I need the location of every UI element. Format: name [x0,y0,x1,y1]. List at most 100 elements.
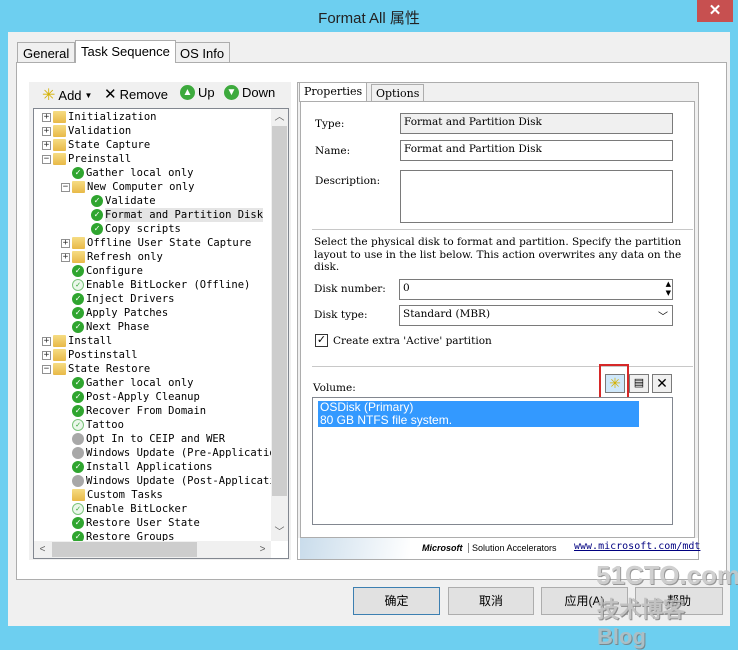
expand-icon[interactable]: + [42,350,51,360]
tree-item-label: State Capture [68,139,151,151]
check-icon: ✓ [72,293,84,305]
remove-button[interactable]: ✕ Remove [104,85,168,103]
tree-item-label: Restore User State [86,517,200,529]
expand-icon[interactable]: + [42,126,51,136]
tree-item[interactable]: + State Capture [42,138,150,152]
tree-item-label: Windows Update (Pre-Application Installa… [86,447,288,459]
scroll-thumb[interactable] [272,126,287,496]
tree-item-label: Apply Patches [86,307,169,319]
add-button[interactable]: ✳ Add ▼ [42,85,92,105]
watermark-sub: 技术博客 Blog [597,597,686,649]
remove-icon: ✕ [104,86,117,103]
tree-item[interactable]: ✓ Install Applications [72,460,212,474]
tree-item[interactable]: ✓ Format and Partition Disk [91,208,264,222]
tree-item[interactable]: + Postinstall [42,348,138,362]
check-icon: ✓ [72,391,84,403]
watermark: 51CTO.com [596,560,738,590]
collapse-icon[interactable]: − [42,154,51,164]
volume-label: Volume: [313,382,356,394]
scroll-right-icon[interactable]: > [254,541,271,558]
tree-item[interactable]: Opt In to CEIP and WER [72,432,225,446]
tree-item[interactable]: ✓ Enable BitLocker [72,502,187,516]
tree-item[interactable]: ✓ Tattoo [72,418,124,432]
expand-icon[interactable]: + [42,336,51,346]
dropdown-icon: ▼ [84,90,93,100]
active-partition-checkbox[interactable]: ✓ [315,334,328,347]
description-input[interactable] [400,170,673,223]
folder-icon [72,237,85,249]
scroll-left-icon[interactable]: < [34,541,51,558]
scroll-down-icon[interactable]: ﹀ [271,524,288,541]
tree-item-label: Install [68,335,113,347]
tree-item[interactable]: ✓ Restore User State [72,516,200,530]
tree-item[interactable]: + Offline User State Capture [61,236,251,250]
down-button[interactable]: ▼ Down [224,85,275,100]
tree-item[interactable]: + Initialization [42,110,157,124]
tree-item-label: Offline User State Capture [87,237,252,249]
spinner-arrows-icon[interactable]: ▲ ▼ [666,280,671,298]
tree-item[interactable]: ✓ Copy scripts [91,222,181,236]
window-title: Format All 属性 [318,10,420,27]
up-button[interactable]: ▲ Up [180,85,215,100]
tree-item[interactable]: + Install [42,334,112,348]
tree-item[interactable]: ✓ Inject Drivers [72,292,175,306]
check-icon: ✓ [72,307,84,319]
properties-icon[interactable]: ▤ [629,374,649,393]
disk-type-select[interactable]: Standard (MBR) ﹀ [399,305,673,326]
mdt-link[interactable]: www.microsoft.com/mdt [574,541,700,552]
tree-item[interactable]: + Refresh only [61,250,163,264]
tree-item-label: Preinstall [68,153,132,165]
down-arrow-icon: ▼ [224,85,239,100]
tab-general[interactable]: General [17,42,76,63]
name-label: Name: [315,145,351,157]
tree-item[interactable]: ✓ Gather local only [72,166,193,180]
check-icon: ✓ [72,461,84,473]
tree-horizontal-scrollbar[interactable]: < > [34,541,271,558]
tree-item-label: Recover From Domain [86,405,207,417]
tree-item[interactable]: + Validation [42,124,131,138]
task-sequence-tree[interactable]: + Initialization + Validation + State Capture… [33,108,289,559]
expand-icon[interactable]: + [42,140,51,150]
tree-item[interactable]: ✓ Enable BitLocker (Offline) [72,278,250,292]
tab-options[interactable]: Options [371,84,425,101]
tree-item[interactable]: Windows Update (Post-Application Install… [72,474,288,488]
tab-task-sequence-active[interactable]: Task Sequence [75,40,176,63]
tree-item[interactable]: ✓ Configure [72,264,143,278]
tree-item[interactable]: − State Restore [42,362,150,376]
disk-number-stepper[interactable]: 0 ▲ ▼ [399,279,673,300]
close-icon[interactable]: ✕ [697,0,733,22]
scroll-thumb-horizontal[interactable] [52,542,197,557]
tab-properties[interactable]: Properties [299,82,368,102]
cancel-button[interactable]: 取消 [448,587,534,615]
tree-item[interactable]: − New Computer only [61,180,194,194]
expand-icon[interactable]: + [61,238,70,248]
tree-item-label: Configure [86,265,143,277]
divider [312,229,693,230]
name-input[interactable]: Format and Partition Disk [400,140,673,161]
expand-icon[interactable]: + [42,112,51,122]
collapse-icon[interactable]: − [61,182,70,192]
tree-item[interactable]: ✓ Recover From Domain [72,404,206,418]
folder-icon [53,335,66,347]
expand-icon[interactable]: + [61,252,70,262]
folder-icon [53,111,66,123]
tree-item-label: Validate [105,195,156,207]
tree-item[interactable]: ✓ Apply Patches [72,306,168,320]
tree-item-label: Enable BitLocker (Offline) [86,279,251,291]
scroll-up-icon[interactable]: ︿ [271,109,288,126]
tree-item[interactable]: ✓ Gather local only [72,376,193,390]
ok-button[interactable]: 确定 [353,587,440,615]
check-icon: ✓ [72,265,84,277]
tab-os-info[interactable]: OS Info [174,42,231,63]
tree-item[interactable]: ✓ Validate [91,194,156,208]
volume-item[interactable]: OSDisk (Primary) 80 GB NTFS file system. [318,401,639,427]
tree-item[interactable]: Windows Update (Pre-Application Installa… [72,446,288,460]
tree-item[interactable]: − Preinstall [42,152,131,166]
tree-vertical-scrollbar[interactable]: ︿ ﹀ [271,109,288,541]
tree-item[interactable]: Custom Tasks [72,488,163,502]
tree-item[interactable]: ✓ Next Phase [72,320,149,334]
tree-item[interactable]: ✓ Post-Apply Cleanup [72,390,200,404]
collapse-icon[interactable]: − [42,364,51,374]
check-icon: ✓ [91,209,103,221]
delete-volume-icon[interactable]: ✕ [652,374,672,393]
